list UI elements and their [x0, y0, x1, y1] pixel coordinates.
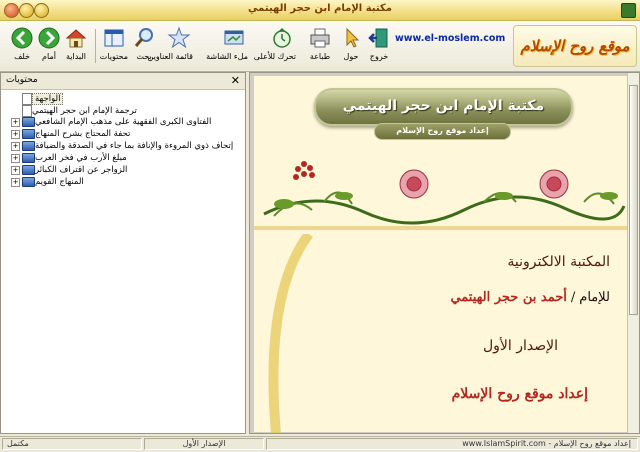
scrollbar-thumb[interactable]	[629, 85, 638, 315]
book-icon	[22, 129, 35, 139]
tree-item-label: الواجهة	[32, 93, 64, 105]
tree-item-label: الزواجر عن اقتراف الكبائر	[35, 165, 128, 175]
prepared-by-label: إعداد موقع روح الإسلام	[451, 386, 588, 402]
titles-list-button[interactable]: قائمة العناوين	[147, 24, 194, 68]
exit-icon	[368, 28, 388, 48]
expand-toggle-icon[interactable]: +	[11, 177, 20, 187]
back-arrow-icon	[11, 27, 33, 49]
expand-toggle-icon[interactable]: +	[11, 117, 20, 127]
flower-left	[399, 169, 429, 199]
tree-item[interactable]: + الزواجر عن اقتراف الكبائر	[9, 165, 127, 176]
expand-toggle-icon[interactable]: +	[11, 153, 20, 163]
back-button[interactable]: خلف	[8, 24, 36, 68]
book-icon	[22, 177, 35, 187]
contents-pane: محتويات ✕ الواجهة ترجمة الإمام ابن حجر ال…	[0, 72, 246, 434]
tree-item[interactable]: + مبلغ الأرب في فخر العرب	[9, 153, 127, 164]
contents-pane-header: محتويات ✕	[1, 73, 245, 90]
tree-item-label: المنهاج القويم	[35, 177, 84, 187]
author-prefix: للإمام	[579, 290, 610, 305]
tree-item-label: الفتاوى الكبرى الفقهية على مذهب الإمام ا…	[35, 117, 212, 127]
status-credits: إعداد موقع روح الإسلام - www.IslamSpirit…	[266, 438, 638, 450]
author-name: أحمد بن حجر الهيتمي	[450, 290, 567, 305]
titles-list-button-label: قائمة العناوين	[147, 52, 194, 61]
back-button-label: خلف	[14, 52, 30, 61]
author-line: للإمام/أحمد بن حجر الهيتمي	[450, 290, 610, 305]
tree-item[interactable]: ترجمة الإمام ابن حجر الهيتمي	[19, 105, 137, 117]
library-title-banner: مكتبة الإمام ابن حجر الهيتمي	[314, 88, 573, 126]
toolbar-separator	[95, 29, 96, 63]
tree-item[interactable]: + المنهاج القويم	[9, 177, 84, 188]
forward-button[interactable]: أمام	[35, 24, 63, 68]
about-button[interactable]: حول	[337, 24, 365, 68]
status-edition: الإصدار الأول	[144, 438, 264, 450]
title-page: مكتبة الإمام ابن حجر الهيتمي إعداد موقع …	[254, 76, 628, 433]
status-ready: مكتمل	[2, 438, 142, 450]
tree-item[interactable]: + تحفة المحتاج بشرح المنهاج	[9, 129, 130, 140]
contents-button-label: محتويات	[99, 52, 128, 61]
book-icon	[22, 117, 35, 127]
exit-button-label: خروج	[369, 52, 389, 61]
page-icon	[22, 93, 32, 105]
tree-item-label: تحفة المحتاج بشرح المنهاج	[35, 129, 131, 139]
gold-curve-ornament	[268, 234, 314, 433]
home-button[interactable]: البداية	[62, 24, 90, 68]
printer-icon	[310, 28, 330, 48]
content-view: مكتبة الإمام ابن حجر الهيتمي إعداد موقع …	[249, 72, 640, 434]
forward-button-label: أمام	[42, 52, 56, 61]
tree-item-label: مبلغ الأرب في فخر العرب	[35, 153, 127, 163]
window-title: مكتبة الإمام ابن حجر الهيتمي	[248, 3, 392, 14]
floral-ornament	[254, 161, 628, 230]
home-icon	[65, 29, 87, 48]
tree-item-label: ترجمة الإمام ابن حجر الهيتمي	[32, 106, 137, 116]
library-label: المكتبة الالكترونية	[507, 254, 610, 270]
status-bar: مكتمل الإصدار الأول إعداد موقع روح الإسل…	[0, 436, 640, 452]
tree-item[interactable]: الواجهة	[19, 93, 64, 105]
contents-icon	[104, 29, 124, 47]
book-icon	[22, 165, 35, 175]
expand-toggle-icon[interactable]: +	[11, 141, 20, 151]
app-icon	[621, 3, 636, 18]
site-logo: موقع روح الإسلام	[513, 25, 637, 67]
toolbar: خلف أمام البداية محتويات بحث قائمة العنا…	[0, 21, 640, 72]
clock-up-icon	[273, 28, 291, 48]
print-button[interactable]: طباعة	[306, 24, 334, 68]
contents-button[interactable]: محتويات	[100, 24, 128, 68]
expand-toggle-icon[interactable]: +	[11, 129, 20, 139]
move-up-button[interactable]: تحرك للأعلى	[253, 24, 296, 68]
move-up-button-label: تحرك للأعلى	[253, 52, 296, 61]
tree-item[interactable]: + الفتاوى الكبرى الفقهية على مذهب الإمام …	[9, 117, 211, 128]
tree-item[interactable]: + إتحاف ذوي المروءة والإنافة بما جاء في ا…	[9, 141, 233, 152]
star-icon	[167, 26, 191, 49]
page-icon	[22, 105, 32, 117]
expand-toggle-icon[interactable]: +	[11, 165, 20, 175]
title-bar: مكتبة الإمام ابن حجر الهيتمي	[0, 0, 640, 21]
about-button-label: حول	[343, 52, 359, 61]
prepared-by-banner: إعداد موقع روح الإسلام	[374, 123, 511, 140]
forward-arrow-icon	[38, 27, 60, 49]
print-button-label: طباعة	[309, 52, 331, 61]
fullscreen-icon	[224, 30, 244, 45]
book-icon	[22, 153, 35, 163]
search-icon	[134, 28, 153, 47]
fullscreen-button[interactable]: ملء الشاشة	[206, 24, 248, 68]
fullscreen-button-label: ملء الشاشة	[206, 52, 248, 61]
exit-button[interactable]: خروج	[365, 24, 393, 68]
home-button-label: البداية	[65, 52, 86, 61]
pointer-icon	[346, 27, 360, 48]
website-url[interactable]: www.el-moslem.com	[395, 33, 510, 44]
author-separator: /	[570, 290, 576, 305]
book-icon	[22, 141, 35, 151]
tree-item-label: إتحاف ذوي المروءة والإنافة بما جاء في ال…	[35, 141, 234, 151]
close-icon[interactable]: ✕	[231, 74, 240, 87]
edition-label: الإصدار الأول	[482, 338, 558, 354]
content-scrollbar[interactable]	[627, 73, 639, 433]
search-button[interactable]: بحث	[130, 24, 158, 68]
contents-pane-title: محتويات	[6, 75, 38, 85]
